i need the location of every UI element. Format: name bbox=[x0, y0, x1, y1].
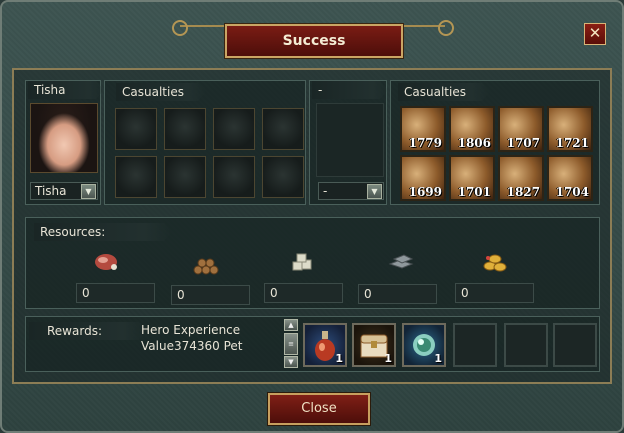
enemy-unit-slot: 1806 bbox=[449, 106, 495, 152]
meat-icon bbox=[92, 248, 122, 276]
rewards-text-line2: Value374360 Pet bbox=[141, 339, 243, 353]
iron-icon bbox=[386, 248, 416, 276]
wood-icon bbox=[190, 250, 220, 278]
own-unit-slot bbox=[262, 108, 304, 150]
own-unit-slot bbox=[115, 108, 157, 150]
meat-value: 0 bbox=[76, 283, 155, 303]
reward-slot-empty bbox=[553, 323, 597, 367]
unit-count: 1721 bbox=[555, 136, 589, 150]
own-unit-slot bbox=[213, 108, 255, 150]
own-unit-slot bbox=[164, 156, 206, 198]
scroll-up-icon[interactable]: ▲ bbox=[284, 319, 298, 331]
close-icon[interactable]: ✕ bbox=[584, 23, 606, 45]
dialog-title: Success bbox=[225, 24, 403, 58]
reward-count: 1 bbox=[335, 352, 343, 365]
unit-count: 1707 bbox=[506, 136, 540, 150]
stone-value: 0 bbox=[264, 283, 343, 303]
enemy-hero-portrait bbox=[316, 103, 384, 177]
hero-portrait bbox=[30, 103, 98, 173]
enemy-unit-slot: 1721 bbox=[547, 106, 593, 152]
reward-item[interactable]: 1 bbox=[352, 323, 396, 367]
enemy-unit-slot: 1699 bbox=[400, 155, 446, 201]
own-casualties-label: Casualties bbox=[116, 83, 206, 101]
wood-value: 0 bbox=[171, 285, 250, 305]
enemy-hero-select-value: - bbox=[323, 184, 328, 198]
reward-count: 1 bbox=[434, 352, 442, 365]
own-unit-slot bbox=[213, 156, 255, 198]
hero-select-value: Tisha bbox=[35, 184, 67, 198]
title-ornament-left-scroll bbox=[172, 20, 188, 36]
rewards-label: Rewards: bbox=[29, 322, 147, 340]
stone-icon bbox=[288, 248, 318, 276]
own-unit-slot bbox=[164, 108, 206, 150]
enemy-unit-slot: 1707 bbox=[498, 106, 544, 152]
resources-label: Resources: bbox=[34, 223, 172, 241]
reward-slot-empty bbox=[453, 323, 497, 367]
scroll-down-icon[interactable]: ▼ bbox=[284, 356, 298, 368]
enemy-unit-slot: 1827 bbox=[498, 155, 544, 201]
reward-slot-empty bbox=[504, 323, 548, 367]
unit-count: 1699 bbox=[408, 185, 442, 199]
own-unit-slot bbox=[262, 156, 304, 198]
enemy-unit-slot: 1779 bbox=[400, 106, 446, 152]
scroll-thumb[interactable]: ≡ bbox=[284, 333, 298, 355]
reward-item[interactable]: 1 bbox=[303, 323, 347, 367]
iron-value: 0 bbox=[358, 284, 437, 304]
reward-count: 1 bbox=[384, 352, 392, 365]
enemy-casualties-label: Casualties bbox=[398, 83, 490, 101]
gold-value: 0 bbox=[455, 283, 534, 303]
reward-item[interactable]: 1 bbox=[402, 323, 446, 367]
hero-select[interactable]: Tisha ▼ bbox=[30, 182, 98, 200]
title-ornament-right-scroll bbox=[438, 20, 454, 36]
chevron-down-icon[interactable]: ▼ bbox=[367, 184, 382, 199]
unit-count: 1806 bbox=[457, 136, 491, 150]
chevron-down-icon[interactable]: ▼ bbox=[81, 184, 96, 199]
unit-count: 1827 bbox=[506, 185, 540, 199]
own-unit-slot bbox=[115, 156, 157, 198]
enemy-unit-slot: 1701 bbox=[449, 155, 495, 201]
gold-icon bbox=[480, 248, 510, 276]
unit-count: 1701 bbox=[457, 185, 491, 199]
enemy-unit-slot: 1704 bbox=[547, 155, 593, 201]
unit-count: 1704 bbox=[555, 185, 589, 199]
hero-name: Tisha bbox=[28, 81, 104, 99]
enemy-hero-select[interactable]: - ▼ bbox=[318, 182, 384, 200]
enemy-hero-name: - bbox=[312, 81, 388, 99]
rewards-text-line1: Hero Experience bbox=[141, 323, 241, 337]
unit-count: 1779 bbox=[408, 136, 442, 150]
close-button[interactable]: Close bbox=[268, 393, 370, 425]
